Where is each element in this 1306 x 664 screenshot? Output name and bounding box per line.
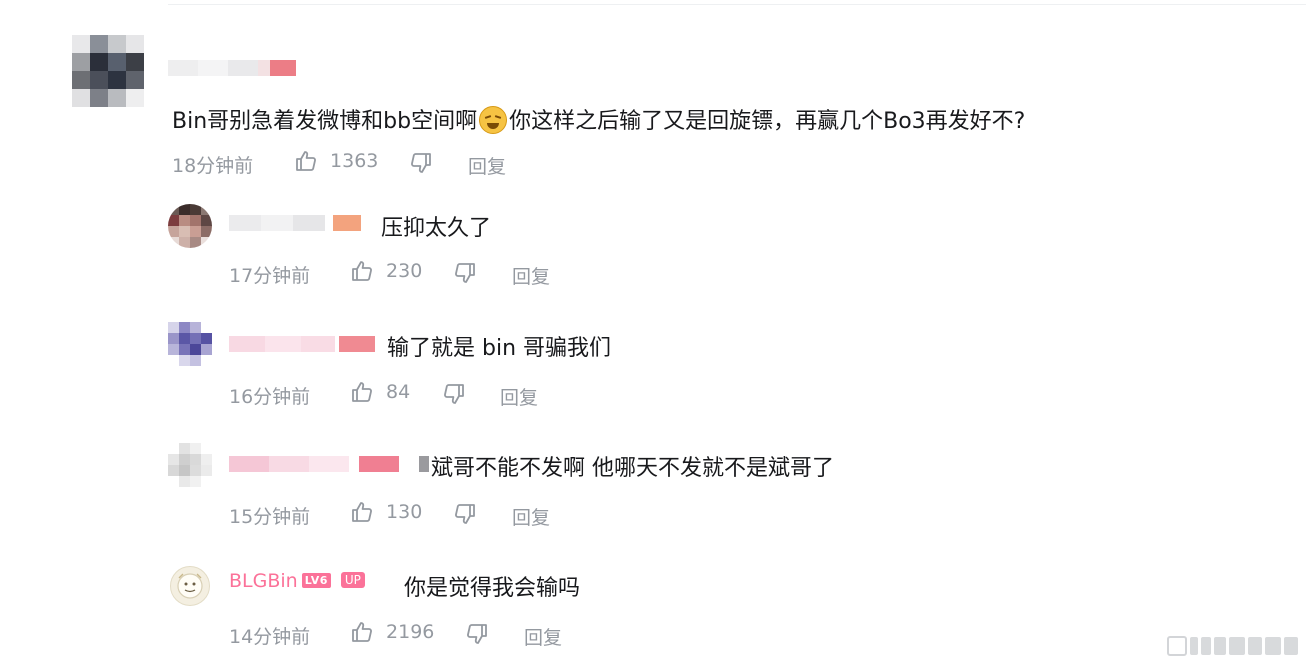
username-blurred[interactable] bbox=[168, 60, 296, 76]
dislike-button[interactable] bbox=[453, 261, 477, 285]
reply-text: 输了就是 bin 哥骗我们 bbox=[387, 336, 612, 361]
user-avatar[interactable] bbox=[168, 204, 212, 248]
dislike-button[interactable] bbox=[409, 151, 433, 175]
comment-text-part2: 你这样之后输了又是回旋镖，再赢几个Bo3再发好不? bbox=[509, 109, 1026, 134]
comment-time: 18分钟前 bbox=[172, 155, 254, 177]
reply-button[interactable]: 回复 bbox=[468, 152, 506, 179]
like-count: 84 bbox=[386, 380, 411, 403]
thumbs-down-icon bbox=[453, 261, 477, 285]
thumbs-up-icon bbox=[350, 259, 374, 283]
username-blurred[interactable] bbox=[229, 456, 429, 472]
user-avatar[interactable] bbox=[72, 35, 144, 107]
thumbs-up-icon bbox=[350, 380, 374, 404]
like-count: 1363 bbox=[330, 149, 379, 172]
user-avatar[interactable] bbox=[170, 566, 210, 606]
level-badge: LV6 bbox=[301, 573, 331, 588]
dislike-button[interactable] bbox=[453, 502, 477, 526]
reply-time: 15分钟前 bbox=[229, 506, 311, 528]
sweat-smile-emoji bbox=[479, 106, 508, 134]
reply-meta: 16分钟前 bbox=[229, 382, 310, 409]
reply-header: BLGBin LV6 UP bbox=[229, 570, 365, 592]
reply-button[interactable]: 回复 bbox=[500, 383, 538, 410]
reply-text: 你是觉得我会输吗 bbox=[404, 576, 581, 601]
dislike-button[interactable] bbox=[442, 382, 466, 406]
reply-label: 回复 bbox=[512, 507, 551, 529]
reply-meta: 14分钟前 bbox=[229, 622, 310, 649]
comment-text-part1: Bin哥别急着发微博和bb空间啊 bbox=[172, 109, 478, 134]
avatar-art bbox=[177, 573, 203, 599]
thumbs-up-icon bbox=[294, 149, 318, 173]
like-button[interactable]: 230 bbox=[350, 259, 422, 283]
like-button[interactable]: 2196 bbox=[350, 620, 434, 644]
watermark bbox=[1167, 636, 1298, 656]
top-divider bbox=[168, 4, 1306, 5]
reply-meta: 17分钟前 bbox=[229, 261, 310, 288]
username[interactable]: BLGBin bbox=[229, 570, 298, 592]
comment-text: Bin哥别急着发微博和bb空间啊 你这样之后输了又是回旋镖，再赢几个Bo3再发好不… bbox=[172, 103, 1025, 135]
username-blurred[interactable] bbox=[229, 336, 375, 352]
reply-time: 16分钟前 bbox=[229, 386, 311, 408]
like-button[interactable]: 84 bbox=[350, 380, 410, 404]
like-count: 230 bbox=[386, 259, 423, 282]
thumbs-up-icon bbox=[350, 620, 374, 644]
like-button[interactable]: 1363 bbox=[294, 149, 378, 173]
username-blurred[interactable] bbox=[229, 215, 361, 231]
reply-text: 压抑太久了 bbox=[381, 216, 492, 241]
thumbs-down-icon bbox=[453, 502, 477, 526]
up-badge: UP bbox=[340, 572, 365, 588]
thumbs-down-icon bbox=[409, 151, 433, 175]
like-button[interactable]: 130 bbox=[350, 500, 422, 524]
reply-meta: 15分钟前 bbox=[229, 502, 310, 529]
reply-time: 14分钟前 bbox=[229, 626, 311, 648]
dislike-button[interactable] bbox=[465, 622, 489, 646]
reply-label: 回复 bbox=[468, 156, 507, 178]
like-count: 130 bbox=[386, 500, 423, 523]
reply-button[interactable]: 回复 bbox=[512, 503, 550, 530]
thumbs-down-icon bbox=[442, 382, 466, 406]
comment-meta: 18分钟前 bbox=[172, 151, 253, 178]
reply-button[interactable]: 回复 bbox=[512, 262, 550, 289]
reply-label: 回复 bbox=[500, 387, 539, 409]
reply-text: 斌哥不能不发啊 他哪天不发就不是斌哥了 bbox=[431, 456, 834, 481]
reply-button[interactable]: 回复 bbox=[524, 623, 562, 650]
thumbs-up-icon bbox=[350, 500, 374, 524]
reply-time: 17分钟前 bbox=[229, 265, 311, 287]
thumbs-down-icon bbox=[465, 622, 489, 646]
reply-label: 回复 bbox=[512, 266, 551, 288]
reply-label: 回复 bbox=[524, 627, 563, 649]
user-avatar[interactable] bbox=[168, 443, 212, 487]
user-avatar[interactable] bbox=[168, 322, 212, 366]
like-count: 2196 bbox=[386, 620, 435, 643]
